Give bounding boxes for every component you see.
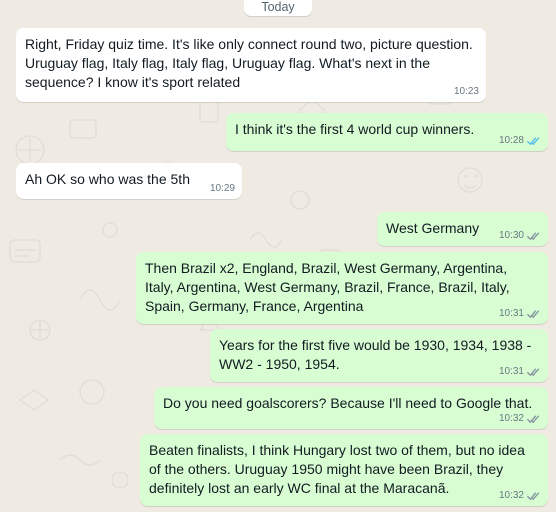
chat-pane[interactable]: Today Right, Friday quiz time. It's like… [0, 0, 556, 512]
message-meta: 10:29 [210, 183, 235, 195]
message-bubble-outgoing[interactable]: West Germany 10:30 [377, 212, 548, 246]
message-meta: 10:31 [499, 308, 541, 320]
message-text: Right, Friday quiz time. It's like only … [25, 36, 473, 90]
message-time: 10:29 [209, 183, 235, 194]
message-bubble-incoming[interactable]: Right, Friday quiz time. It's like only … [16, 28, 486, 102]
message-text: I think it's the first 4 world cup winne… [235, 121, 475, 137]
message-time: 10:31 [498, 366, 524, 377]
message-time: 10:31 [498, 308, 524, 319]
message-bubble-outgoing[interactable]: Years for the first five would be 1930, … [210, 329, 548, 382]
message-meta: 10:31 [499, 366, 541, 378]
date-divider: Today [244, 0, 312, 16]
message-text: Years for the first five would be 1930, … [219, 337, 532, 372]
message-time: 10:28 [498, 135, 524, 146]
double-check-grey-icon [527, 310, 540, 318]
message-text: Do you need goalscorers? Because I'll ne… [163, 395, 533, 411]
message-time: 10:32 [498, 490, 524, 501]
message-bubble-outgoing[interactable]: Do you need goalscorers? Because I'll ne… [154, 387, 548, 429]
message-meta: 10:23 [454, 86, 479, 98]
message-bubble-outgoing[interactable]: Beaten finalists, I think Hungary lost t… [140, 434, 548, 506]
message-bubble-incoming[interactable]: Ah OK so who was the 5th 10:29 [16, 163, 242, 199]
message-text: Beaten finalists, I think Hungary lost t… [149, 442, 525, 496]
message-time: 10:30 [498, 230, 524, 241]
message-bubble-outgoing[interactable]: I think it's the first 4 world cup winne… [226, 113, 548, 151]
message-time: 10:23 [453, 86, 479, 97]
double-check-grey-icon [527, 415, 540, 423]
message-bubble-outgoing[interactable]: Then Brazil x2, England, Brazil, West Ge… [136, 252, 548, 324]
double-check-grey-icon [527, 368, 540, 376]
double-check-blue-icon [527, 137, 540, 145]
message-meta: 10:30 [499, 230, 541, 242]
message-meta: 10:32 [499, 490, 541, 502]
message-text: Then Brazil x2, England, Brazil, West Ge… [145, 260, 510, 314]
message-time: 10:32 [498, 413, 524, 424]
message-meta: 10:32 [499, 413, 541, 425]
message-text: Ah OK so who was the 5th [25, 171, 190, 187]
message-meta: 10:28 [499, 135, 541, 147]
double-check-grey-icon [527, 492, 540, 500]
double-check-grey-icon [527, 232, 540, 240]
